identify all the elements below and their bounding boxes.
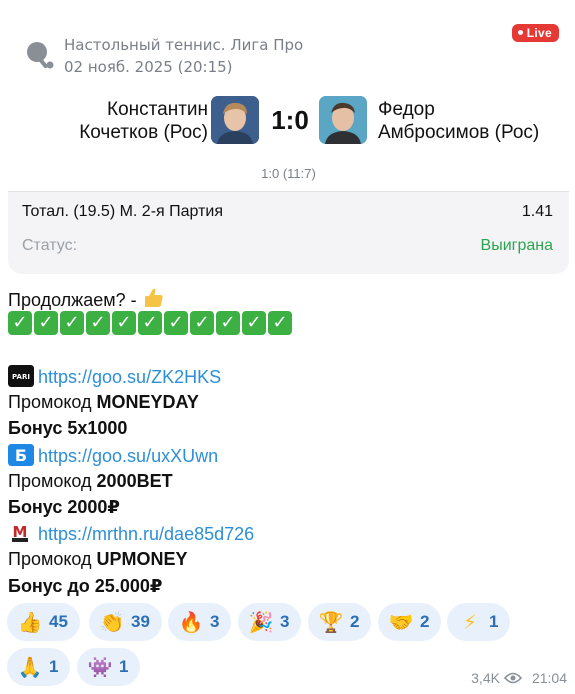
player1-first-name: Константин: [107, 99, 208, 120]
live-dot-icon: [517, 30, 523, 35]
check-mark-icon: ✓: [216, 311, 240, 335]
message-time: 21:04: [531, 670, 567, 686]
reaction-count: 45: [49, 612, 68, 631]
link-2[interactable]: https://goo.su/uxXUwn: [38, 446, 218, 466]
set-score: 1:0 (11:7): [261, 166, 316, 181]
league-name: Настольный теннис. Лига Про: [64, 36, 304, 54]
fire-icon: 🔥: [178, 610, 204, 634]
view-count: 3,4K: [471, 670, 500, 686]
check-mark-icon: ✓: [86, 311, 110, 335]
live-badge: Live: [511, 24, 559, 42]
link-3[interactable]: https://mrthn.ru/dae85d726: [38, 524, 254, 544]
promo-prefix-2: Промокод: [8, 471, 97, 491]
promo-code-2: 2000BET: [96, 471, 173, 491]
reaction-count: 3: [280, 612, 290, 631]
reaction-handshake[interactable]: 🤝 2: [378, 603, 442, 641]
player1-name: Константин Кочетков (Рос): [79, 98, 208, 144]
table-tennis-icon: [27, 42, 54, 69]
link-line-2: Б https://goo.su/uxXUwn: [8, 444, 218, 467]
eye-icon: [503, 672, 522, 684]
match-score: 1:0: [271, 105, 309, 135]
party-popper-icon: 🎉: [248, 610, 274, 634]
reaction-fire[interactable]: 🔥 3: [168, 603, 232, 641]
status-value: Выиграна: [480, 237, 553, 254]
thumbs-up-icon: 👍: [17, 610, 43, 634]
bet-card-area: Настольный теннис. Лига Про 02 нояб. 202…: [0, 0, 575, 274]
check-mark-icon: ✓: [190, 311, 214, 335]
player2-name: Федор Амбросимов (Рос): [378, 98, 539, 144]
status-label: Статус:: [22, 237, 78, 254]
match-header: Настольный теннис. Лига Про 02 нояб. 202…: [8, 10, 569, 192]
player2-avatar: [319, 96, 367, 144]
reaction-party[interactable]: 🎉 3: [238, 603, 302, 641]
praying-hands-icon: 🙏: [17, 655, 43, 679]
trophy-icon: 🏆: [318, 610, 344, 634]
reaction-lightning[interactable]: ⚡ 1: [447, 603, 511, 641]
link-1[interactable]: https://goo.su/ZK2HKS: [38, 367, 221, 387]
bonus-1: Бонус 5х1000: [8, 418, 128, 438]
reaction-count: 2: [350, 612, 360, 631]
clapping-hands-icon: 👏: [99, 610, 125, 634]
check-mark-icon: ✓: [164, 311, 188, 335]
check-mark-icon: ✓: [60, 311, 84, 335]
link-line-1: PARI https://goo.su/ZK2HKS: [8, 365, 221, 388]
bonus-2: Бонус 2000₽: [8, 497, 120, 517]
bonus-3: Бонус до 25.000₽: [8, 576, 163, 596]
bet-card[interactable]: Настольный теннис. Лига Про 02 нояб. 202…: [8, 10, 569, 274]
checkmarks-row: ✓ ✓ ✓ ✓ ✓ ✓ ✓ ✓ ✓ ✓ ✓: [8, 311, 292, 335]
live-label: Live: [526, 26, 552, 40]
check-mark-icon: ✓: [138, 311, 162, 335]
promo-prefix-1: Промокод: [8, 392, 97, 412]
check-mark-icon: ✓: [34, 311, 58, 335]
message-line-continue: Продолжаем? -: [8, 286, 166, 311]
reaction-thumbs-up[interactable]: 👍 45: [7, 603, 80, 641]
reaction-pray[interactable]: 🙏 1: [7, 648, 71, 686]
player2-last-name: Амбросимов (Рос): [378, 122, 540, 143]
fonbet-logo-icon: Б: [8, 444, 34, 466]
marathonbet-logo-icon: M: [8, 522, 34, 544]
promo-line-1: Промокод MONEYDAY: [8, 392, 199, 413]
reaction-count: 3: [210, 612, 220, 631]
check-mark-icon: ✓: [112, 311, 136, 335]
player2-first-name: Федор: [378, 99, 435, 120]
bonus-line-1: Бонус 5х1000: [8, 418, 127, 439]
pari-logo-icon: PARI: [8, 365, 34, 387]
check-mark-icon: ✓: [8, 311, 32, 335]
reaction-count: 2: [420, 612, 430, 631]
match-date: 02 нояб. 2025 (20:15): [64, 58, 233, 76]
link-line-3: M https://mrthn.ru/dae85d726: [8, 522, 254, 545]
player1-last-name: Кочетков (Рос): [79, 122, 208, 143]
space-invader-icon: 👾: [87, 655, 113, 679]
bonus-line-3: Бонус до 25.000₽: [8, 576, 162, 597]
check-mark-icon: ✓: [268, 311, 292, 335]
reaction-clap[interactable]: 👏 39: [89, 603, 162, 641]
promo-code-3: UPMONEY: [96, 549, 188, 569]
reaction-count: 1: [489, 612, 499, 631]
message-meta: 3,4K 21:04: [471, 670, 567, 686]
promo-prefix-3: Промокод: [8, 549, 97, 569]
reaction-space-invader[interactable]: 👾 1: [77, 648, 141, 686]
bet-market: Тотал. (19.5) М. 2-я Партия: [22, 203, 224, 220]
reaction-count: 1: [49, 657, 59, 676]
check-mark-icon: ✓: [242, 311, 266, 335]
bonus-line-2: Бонус 2000₽: [8, 497, 120, 518]
promo-line-2: Промокод 2000BET: [8, 471, 173, 492]
handshake-icon: 🤝: [388, 610, 414, 634]
reaction-count: 39: [131, 612, 150, 631]
continue-text: Продолжаем? -: [8, 290, 137, 310]
lightning-icon: ⚡: [462, 610, 478, 634]
reaction-trophy[interactable]: 🏆 2: [308, 603, 372, 641]
svg-text:Б: Б: [15, 446, 27, 465]
svg-text:PARI: PARI: [12, 373, 30, 381]
player1-avatar: [211, 96, 259, 144]
bet-odds: 1.41: [521, 203, 553, 220]
thumbs-up-icon: [144, 288, 163, 307]
promo-line-3: Промокод UPMONEY: [8, 549, 188, 570]
reaction-count: 1: [119, 657, 129, 676]
promo-code-1: MONEYDAY: [96, 392, 199, 412]
